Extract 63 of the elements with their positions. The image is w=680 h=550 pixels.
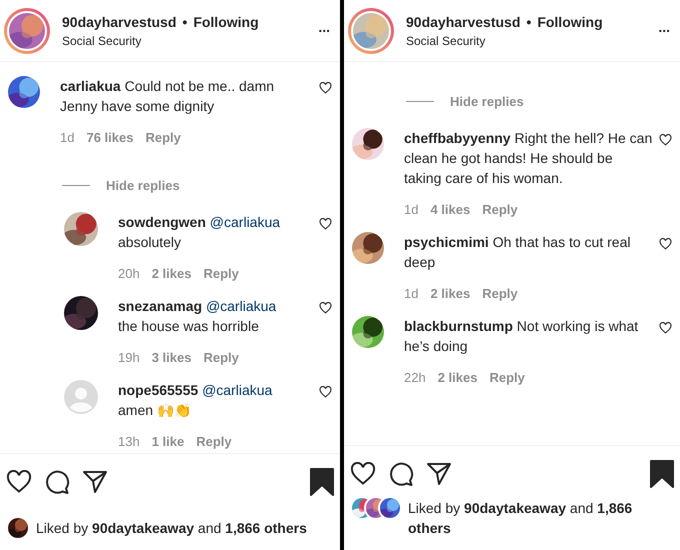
- separator-dot: •: [526, 13, 532, 32]
- comment-text: snezanamag @carliakua the house was horrible: [118, 296, 278, 336]
- comment-text: nope565555 @carliakua amen 🙌👏: [118, 380, 274, 420]
- mention-link[interactable]: @carliakua: [202, 382, 272, 398]
- reply-button[interactable]: Reply: [203, 350, 239, 366]
- heart-icon[interactable]: [659, 238, 672, 250]
- likes-count[interactable]: 1 like: [152, 434, 184, 450]
- bookmark-icon[interactable]: [310, 468, 334, 496]
- comment-time: 20h: [118, 266, 140, 282]
- heart-icon[interactable]: [319, 302, 332, 314]
- separator-dot: •: [182, 13, 188, 32]
- liked-by-text: Liked by 90daytakeaway and 1,866 others: [408, 499, 634, 538]
- like-heart-icon[interactable]: [6, 470, 32, 494]
- heart-icon[interactable]: [319, 82, 332, 94]
- comment-icon[interactable]: [44, 469, 70, 495]
- comment-icon[interactable]: [388, 461, 414, 487]
- hide-replies-button[interactable]: Hide replies: [450, 92, 524, 112]
- heart-icon[interactable]: [319, 386, 332, 398]
- heart-icon[interactable]: [319, 218, 332, 230]
- comment-time: 1d: [404, 286, 418, 302]
- likes-count[interactable]: 4 likes: [430, 202, 470, 218]
- share-icon[interactable]: [426, 462, 452, 486]
- heart-icon[interactable]: [659, 322, 672, 334]
- username-link[interactable]: 90dayharvestusd: [62, 12, 176, 33]
- comment-text: sowdengwen @carliakua absolutely: [118, 212, 282, 252]
- story-ring[interactable]: [348, 8, 394, 54]
- location-text: Social Security: [406, 33, 486, 49]
- mention-link[interactable]: @carliakua: [206, 298, 276, 314]
- reply-button[interactable]: Reply: [196, 434, 232, 450]
- likes-count[interactable]: 3 likes: [152, 350, 192, 366]
- username-link[interactable]: 90dayharvestusd: [406, 12, 520, 33]
- more-options-button[interactable]: ...: [318, 17, 336, 44]
- heart-icon[interactable]: [659, 134, 672, 146]
- liked-by-text: Liked by 90daytakeaway and 1,866 others: [36, 519, 308, 538]
- location-text: Social Security: [62, 33, 142, 49]
- likes-count[interactable]: 76 likes: [86, 130, 134, 146]
- comment-text: blackburnstump Not working is what he’s doing: [404, 316, 640, 356]
- more-options-button[interactable]: ...: [658, 17, 676, 44]
- mention-link[interactable]: @carliakua: [210, 214, 280, 230]
- comment-time: 22h: [404, 370, 426, 386]
- comment-time: 1d: [404, 202, 418, 218]
- reply-button[interactable]: Reply: [145, 130, 181, 146]
- bookmark-icon[interactable]: [650, 460, 674, 488]
- share-icon[interactable]: [82, 470, 108, 494]
- comment-time: 13h: [118, 434, 140, 450]
- comment-text: psychicmimi Oh that has to cut real deep: [404, 232, 632, 272]
- following-button[interactable]: Following: [537, 12, 603, 33]
- default-avatar-icon: [64, 380, 98, 414]
- reply-button[interactable]: Reply: [482, 202, 518, 218]
- story-ring[interactable]: [4, 8, 50, 54]
- comment-time: 19h: [118, 350, 140, 366]
- reply-button[interactable]: Reply: [489, 370, 525, 386]
- likes-count[interactable]: 2 likes: [430, 286, 470, 302]
- following-button[interactable]: Following: [193, 12, 259, 33]
- like-heart-icon[interactable]: [350, 462, 376, 486]
- comment-text: cheffbabyyenny Right the hell? He can clean he got hands! He should be taking care of his woman.: [404, 128, 653, 188]
- comment-text: carliakua Could not be me.. damn Jenny have some dignity: [60, 77, 276, 116]
- reply-button[interactable]: Reply: [482, 286, 518, 302]
- reply-button[interactable]: Reply: [203, 266, 239, 282]
- hide-replies-button[interactable]: Hide replies: [106, 176, 180, 196]
- likes-count[interactable]: 2 likes: [438, 370, 478, 386]
- likes-count[interactable]: 2 likes: [152, 266, 192, 282]
- comment-time: 1d: [60, 130, 74, 146]
